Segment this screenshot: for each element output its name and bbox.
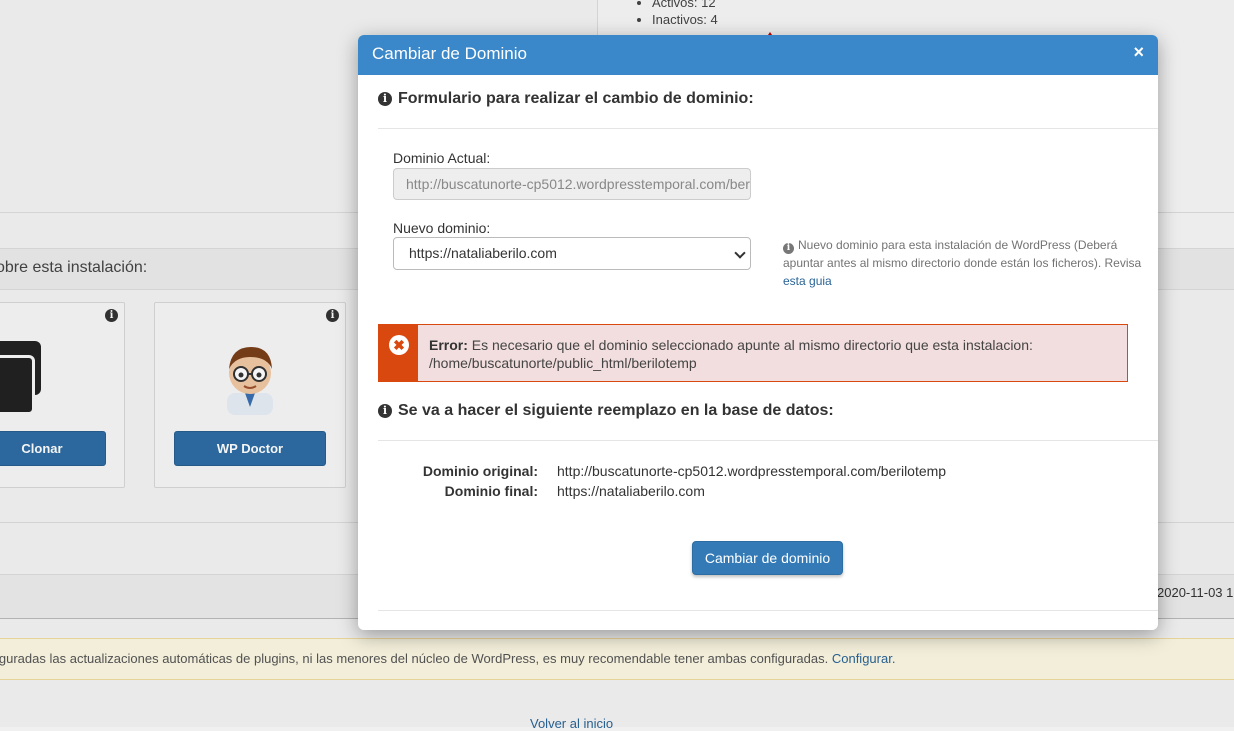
new-domain-select[interactable]: https://nataliaberilo.com	[393, 237, 751, 270]
new-domain-label: Nuevo dominio:	[393, 220, 491, 236]
original-domain-label: Dominio original:	[422, 463, 538, 479]
current-domain-field: http://buscatunorte-cp5012.wordpresstemp…	[393, 168, 751, 200]
new-domain-help: i Nuevo dominio para esta instalación de …	[783, 238, 1142, 288]
divider	[378, 128, 1158, 129]
final-domain-value: https://nataliaberilo.com	[557, 483, 705, 499]
info-icon: i	[378, 92, 392, 106]
change-domain-button[interactable]: Cambiar de dominio	[692, 541, 843, 575]
divider	[378, 610, 1158, 611]
info-icon: i	[783, 243, 794, 254]
modal-header: Cambiar de Dominio ×	[358, 35, 1158, 75]
original-domain-value: http://buscatunorte-cp5012.wordpresstemp…	[557, 463, 947, 479]
modal-title: Cambiar de Dominio	[372, 44, 527, 63]
replace-heading: i Se va a hacer el siguiente reemplazo en…	[378, 402, 834, 420]
new-domain-selected-value: https://nataliaberilo.com	[409, 245, 557, 261]
current-domain-label: Dominio Actual:	[393, 150, 491, 166]
error-message: Error: Es necesario que el dominio selec…	[429, 337, 1033, 371]
chevron-down-icon	[734, 247, 746, 259]
form-heading: i Formulario para realizar el cambio de d…	[378, 90, 754, 108]
guide-link[interactable]: esta guia	[783, 274, 832, 288]
change-domain-modal: Cambiar de Dominio × i Formulario para re…	[358, 35, 1158, 630]
info-icon: i	[378, 404, 392, 418]
error-alert: ✖ Error: Es necesario que el dominio sel…	[378, 324, 1128, 382]
error-x-icon: ✖	[389, 335, 409, 355]
final-domain-label: Dominio final:	[444, 483, 538, 499]
divider	[378, 440, 1158, 441]
close-icon[interactable]: ×	[1133, 42, 1144, 63]
